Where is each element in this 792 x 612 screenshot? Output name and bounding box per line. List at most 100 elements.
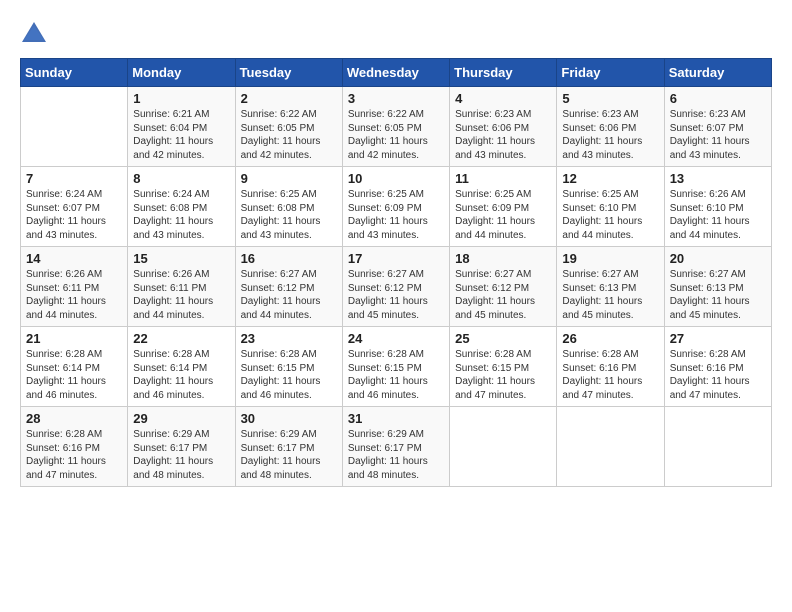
day-info: Sunrise: 6:29 AM Sunset: 6:17 PM Dayligh… — [133, 428, 229, 482]
calendar-cell: 27 Sunrise: 6:28 AM Sunset: 6:16 PM Dayli… — [664, 327, 771, 407]
day-info: Sunrise: 6:23 AM Sunset: 6:06 PM Dayligh… — [562, 108, 658, 162]
day-number: 6 — [670, 91, 766, 106]
day-info: Sunrise: 6:28 AM Sunset: 6:15 PM Dayligh… — [348, 348, 444, 402]
day-number: 10 — [348, 171, 444, 186]
day-number: 17 — [348, 251, 444, 266]
day-number: 31 — [348, 411, 444, 426]
calendar-cell: 24 Sunrise: 6:28 AM Sunset: 6:15 PM Dayli… — [342, 327, 449, 407]
day-info: Sunrise: 6:28 AM Sunset: 6:14 PM Dayligh… — [133, 348, 229, 402]
calendar-cell: 1 Sunrise: 6:21 AM Sunset: 6:04 PM Daylig… — [128, 87, 235, 167]
day-info: Sunrise: 6:28 AM Sunset: 6:16 PM Dayligh… — [26, 428, 122, 482]
day-number: 22 — [133, 331, 229, 346]
day-info: Sunrise: 6:26 AM Sunset: 6:10 PM Dayligh… — [670, 188, 766, 242]
day-info: Sunrise: 6:21 AM Sunset: 6:04 PM Dayligh… — [133, 108, 229, 162]
calendar-cell: 21 Sunrise: 6:28 AM Sunset: 6:14 PM Dayli… — [21, 327, 128, 407]
header-day-saturday: Saturday — [664, 59, 771, 87]
day-number: 5 — [562, 91, 658, 106]
calendar-cell: 9 Sunrise: 6:25 AM Sunset: 6:08 PM Daylig… — [235, 167, 342, 247]
calendar-cell: 20Sunrise: 6:27 AM Sunset: 6:13 PM Dayli… — [664, 247, 771, 327]
day-info: Sunrise: 6:26 AM Sunset: 6:11 PM Dayligh… — [133, 268, 229, 322]
day-info: Sunrise: 6:28 AM Sunset: 6:16 PM Dayligh… — [670, 348, 766, 402]
calendar-header-row: SundayMondayTuesdayWednesdayThursdayFrid… — [21, 59, 772, 87]
logo-icon — [20, 20, 48, 48]
day-number: 29 — [133, 411, 229, 426]
calendar-cell: 16 Sunrise: 6:27 AM Sunset: 6:12 PM Dayli… — [235, 247, 342, 327]
calendar-table: SundayMondayTuesdayWednesdayThursdayFrid… — [20, 58, 772, 487]
calendar-cell — [557, 407, 664, 487]
calendar-week-2: 7Sunrise: 6:24 AM Sunset: 6:07 PM Daylig… — [21, 167, 772, 247]
day-number: 11 — [455, 171, 551, 186]
day-number: 25 — [455, 331, 551, 346]
day-number: 13 — [670, 171, 766, 186]
calendar-cell: 26 Sunrise: 6:28 AM Sunset: 6:16 PM Dayli… — [557, 327, 664, 407]
calendar-cell: 23Sunrise: 6:28 AM Sunset: 6:15 PM Dayli… — [235, 327, 342, 407]
day-info: Sunrise: 6:24 AM Sunset: 6:07 PM Dayligh… — [26, 188, 122, 242]
day-info: Sunrise: 6:27 AM Sunset: 6:12 PM Dayligh… — [455, 268, 551, 322]
day-info: Sunrise: 6:27 AM Sunset: 6:13 PM Dayligh… — [670, 268, 766, 322]
day-number: 14 — [26, 251, 122, 266]
day-info: Sunrise: 6:28 AM Sunset: 6:14 PM Dayligh… — [26, 348, 122, 402]
calendar-cell: 31 Sunrise: 6:29 AM Sunset: 6:17 PM Dayli… — [342, 407, 449, 487]
calendar-cell: 28Sunrise: 6:28 AM Sunset: 6:16 PM Dayli… — [21, 407, 128, 487]
calendar-cell: 5 Sunrise: 6:23 AM Sunset: 6:06 PM Daylig… — [557, 87, 664, 167]
day-number: 21 — [26, 331, 122, 346]
calendar-cell: 3Sunrise: 6:22 AM Sunset: 6:05 PM Daylig… — [342, 87, 449, 167]
day-info: Sunrise: 6:25 AM Sunset: 6:08 PM Dayligh… — [241, 188, 337, 242]
day-number: 26 — [562, 331, 658, 346]
day-info: Sunrise: 6:23 AM Sunset: 6:07 PM Dayligh… — [670, 108, 766, 162]
day-number: 30 — [241, 411, 337, 426]
day-number: 2 — [241, 91, 337, 106]
calendar-cell: 7Sunrise: 6:24 AM Sunset: 6:07 PM Daylig… — [21, 167, 128, 247]
calendar-cell: 14 Sunrise: 6:26 AM Sunset: 6:11 PM Dayli… — [21, 247, 128, 327]
calendar-cell: 18 Sunrise: 6:27 AM Sunset: 6:12 PM Dayli… — [450, 247, 557, 327]
day-info: Sunrise: 6:29 AM Sunset: 6:17 PM Dayligh… — [348, 428, 444, 482]
calendar-cell — [21, 87, 128, 167]
day-info: Sunrise: 6:25 AM Sunset: 6:10 PM Dayligh… — [562, 188, 658, 242]
day-info: Sunrise: 6:22 AM Sunset: 6:05 PM Dayligh… — [241, 108, 337, 162]
header-day-monday: Monday — [128, 59, 235, 87]
calendar-cell: 4Sunrise: 6:23 AM Sunset: 6:06 PM Daylig… — [450, 87, 557, 167]
calendar-cell: 25 Sunrise: 6:28 AM Sunset: 6:15 PM Dayli… — [450, 327, 557, 407]
header-day-friday: Friday — [557, 59, 664, 87]
day-info: Sunrise: 6:29 AM Sunset: 6:17 PM Dayligh… — [241, 428, 337, 482]
day-info: Sunrise: 6:25 AM Sunset: 6:09 PM Dayligh… — [455, 188, 551, 242]
calendar-cell — [664, 407, 771, 487]
day-number: 9 — [241, 171, 337, 186]
day-info: Sunrise: 6:26 AM Sunset: 6:11 PM Dayligh… — [26, 268, 122, 322]
page-header — [20, 20, 772, 48]
day-number: 16 — [241, 251, 337, 266]
calendar-cell: 17 Sunrise: 6:27 AM Sunset: 6:12 PM Dayli… — [342, 247, 449, 327]
day-number: 24 — [348, 331, 444, 346]
day-info: Sunrise: 6:28 AM Sunset: 6:16 PM Dayligh… — [562, 348, 658, 402]
day-number: 8 — [133, 171, 229, 186]
day-info: Sunrise: 6:27 AM Sunset: 6:13 PM Dayligh… — [562, 268, 658, 322]
calendar-cell: 22 Sunrise: 6:28 AM Sunset: 6:14 PM Dayli… — [128, 327, 235, 407]
calendar-cell: 13 Sunrise: 6:26 AM Sunset: 6:10 PM Dayli… — [664, 167, 771, 247]
calendar-cell: 29 Sunrise: 6:29 AM Sunset: 6:17 PM Dayli… — [128, 407, 235, 487]
header-day-thursday: Thursday — [450, 59, 557, 87]
day-info: Sunrise: 6:28 AM Sunset: 6:15 PM Dayligh… — [241, 348, 337, 402]
day-number: 18 — [455, 251, 551, 266]
calendar-week-4: 21 Sunrise: 6:28 AM Sunset: 6:14 PM Dayli… — [21, 327, 772, 407]
calendar-cell: 12Sunrise: 6:25 AM Sunset: 6:10 PM Dayli… — [557, 167, 664, 247]
day-info: Sunrise: 6:27 AM Sunset: 6:12 PM Dayligh… — [241, 268, 337, 322]
day-number: 19 — [562, 251, 658, 266]
day-info: Sunrise: 6:27 AM Sunset: 6:12 PM Dayligh… — [348, 268, 444, 322]
day-number: 1 — [133, 91, 229, 106]
day-info: Sunrise: 6:24 AM Sunset: 6:08 PM Dayligh… — [133, 188, 229, 242]
day-info: Sunrise: 6:28 AM Sunset: 6:15 PM Dayligh… — [455, 348, 551, 402]
calendar-week-1: 1 Sunrise: 6:21 AM Sunset: 6:04 PM Daylig… — [21, 87, 772, 167]
calendar-cell: 8 Sunrise: 6:24 AM Sunset: 6:08 PM Daylig… — [128, 167, 235, 247]
calendar-cell: 30 Sunrise: 6:29 AM Sunset: 6:17 PM Dayli… — [235, 407, 342, 487]
day-number: 27 — [670, 331, 766, 346]
day-number: 4 — [455, 91, 551, 106]
calendar-cell: 15 Sunrise: 6:26 AM Sunset: 6:11 PM Dayli… — [128, 247, 235, 327]
header-day-sunday: Sunday — [21, 59, 128, 87]
logo — [20, 20, 52, 48]
header-day-wednesday: Wednesday — [342, 59, 449, 87]
calendar-cell: 10 Sunrise: 6:25 AM Sunset: 6:09 PM Dayli… — [342, 167, 449, 247]
day-number: 15 — [133, 251, 229, 266]
calendar-cell: 19 Sunrise: 6:27 AM Sunset: 6:13 PM Dayli… — [557, 247, 664, 327]
day-info: Sunrise: 6:25 AM Sunset: 6:09 PM Dayligh… — [348, 188, 444, 242]
calendar-week-5: 28Sunrise: 6:28 AM Sunset: 6:16 PM Dayli… — [21, 407, 772, 487]
